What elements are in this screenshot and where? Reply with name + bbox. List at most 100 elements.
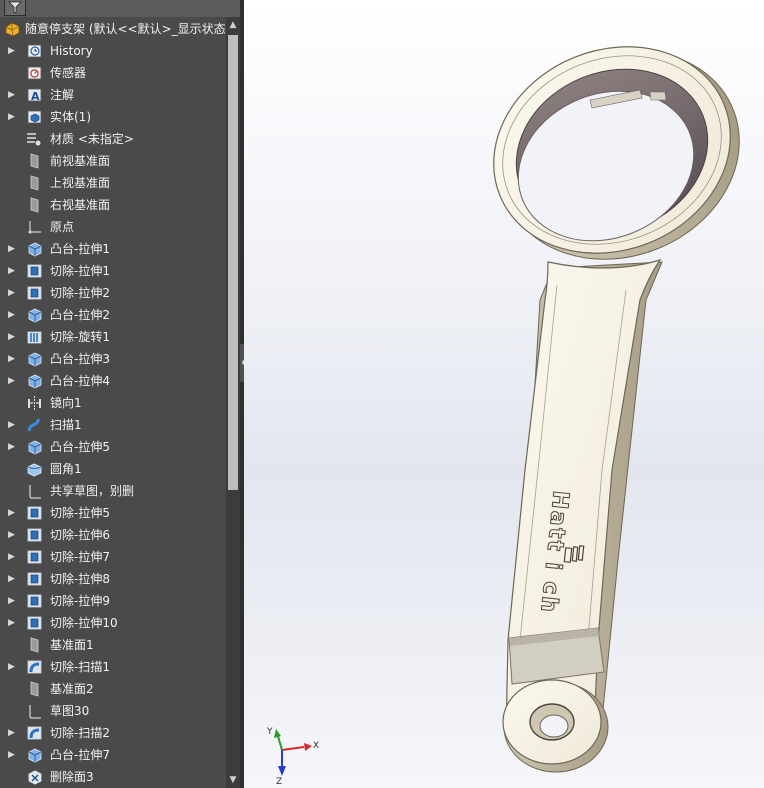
sensor-icon (26, 65, 43, 81)
expand-arrow-icon[interactable]: ▶ (8, 722, 16, 744)
tree-item[interactable]: ▶ 扫描1 (0, 414, 226, 436)
tree-item[interactable]: ▶ 切除-拉伸9 (0, 590, 226, 612)
tree-scrollbar[interactable]: ▲ ▼ (226, 17, 240, 788)
expand-arrow-icon[interactable]: ▶ (8, 524, 16, 546)
expand-arrow-icon[interactable]: ▶ (8, 590, 16, 612)
expand-arrow-icon[interactable]: ▶ (8, 656, 16, 678)
tree-item[interactable]: ▶ 切除-拉伸1 (0, 260, 226, 282)
tree-item-label: 上视基准面 (50, 176, 111, 190)
tree-item-label: 切除-拉伸6 (50, 528, 110, 542)
tree-item-label: 切除-扫描1 (50, 660, 110, 674)
tree-item[interactable]: ▶ 凸台-拉伸1 (0, 238, 226, 260)
expand-arrow-icon[interactable]: ▶ (8, 568, 16, 590)
expand-arrow-icon[interactable]: ▶ (8, 84, 16, 106)
expand-arrow-icon[interactable]: ▶ (8, 612, 16, 634)
cut-extrude-icon (26, 527, 43, 543)
delete-face-icon (26, 769, 43, 785)
expand-arrow-icon[interactable]: ▶ (8, 106, 16, 128)
tree-item-label: 切除-拉伸7 (50, 550, 110, 564)
expand-arrow-icon[interactable]: ▶ (8, 370, 16, 392)
expand-arrow-icon[interactable]: ▶ (8, 260, 16, 282)
y-axis-label: Y (266, 727, 273, 737)
feature-tree-list: 随意停支架 (默认<<默认>_显示状态 ▶ History 传感器 ▶ A 注解 ▶ 实体(1)… (0, 18, 226, 788)
tree-item-label: 注解 (50, 88, 75, 102)
wrench-model[interactable]: Hatt i ch (244, 0, 764, 788)
tree-item[interactable]: ▶ 切除-旋转1 (0, 326, 226, 348)
tree-item-label: 切除-扫描2 (50, 726, 110, 740)
tree-item[interactable]: 圆角1 (0, 458, 226, 480)
tree-item[interactable]: ▶ 切除-拉伸5 (0, 502, 226, 524)
boss-extrude-icon (26, 747, 43, 763)
tree-item[interactable]: ▶ 切除-拉伸2 (0, 282, 226, 304)
tree-item[interactable]: ▶ 切除-拉伸6 (0, 524, 226, 546)
tree-item[interactable]: 基准面1 (0, 634, 226, 656)
plane-icon (26, 175, 43, 191)
tree-item[interactable]: ▶ 实体(1) (0, 106, 226, 128)
plane-icon (26, 153, 43, 169)
tree-item[interactable]: ▶ 凸台-拉伸4 (0, 370, 226, 392)
history-icon (26, 43, 43, 59)
tree-item-label: 切除-旋转1 (50, 330, 110, 344)
expand-arrow-icon[interactable]: ▶ (8, 348, 16, 370)
tree-item[interactable]: ▶ 凸台-拉伸3 (0, 348, 226, 370)
funnel-icon[interactable] (4, 0, 26, 16)
tree-item[interactable]: ▶ 凸台-拉伸2 (0, 304, 226, 326)
expand-arrow-icon[interactable]: ▶ (8, 502, 16, 524)
scroll-down-arrow-icon[interactable]: ▼ (226, 772, 240, 788)
tree-item[interactable]: ▶ History (0, 40, 226, 62)
z-axis-label: Z (276, 777, 282, 786)
tree-item[interactable]: 传感器 (0, 62, 226, 84)
tree-item[interactable]: 删除面3 (0, 766, 226, 788)
tree-item[interactable]: 上视基准面 (0, 172, 226, 194)
tree-item[interactable]: ▶ 切除-拉伸8 (0, 568, 226, 590)
tree-item[interactable]: ▶ 凸台-拉伸5 (0, 436, 226, 458)
tree-item-label: 基准面1 (50, 638, 94, 652)
cut-extrude-icon (26, 505, 43, 521)
material-icon (26, 131, 43, 147)
cut-extrude-icon (26, 285, 43, 301)
expand-arrow-icon[interactable]: ▶ (8, 744, 16, 766)
reference-triad: X Y Z (262, 726, 322, 788)
expand-arrow-icon[interactable]: ▶ (8, 326, 16, 348)
tree-item[interactable]: 基准面2 (0, 678, 226, 700)
tree-item[interactable]: 右视基准面 (0, 194, 226, 216)
boss-extrude-icon (26, 241, 43, 257)
tree-item[interactable]: ▶ 切除-拉伸10 (0, 612, 226, 634)
tree-root-part[interactable]: 随意停支架 (默认<<默认>_显示状态 (0, 18, 226, 40)
expand-arrow-icon[interactable]: ▶ (8, 304, 16, 326)
tree-item[interactable]: 原点 (0, 216, 226, 238)
tree-item-label: 材质 <未指定> (50, 132, 134, 146)
solid-bodies-icon (26, 109, 43, 125)
tree-item[interactable]: 材质 <未指定> (0, 128, 226, 150)
boss-extrude-icon (26, 439, 43, 455)
tree-item-label: 前视基准面 (50, 154, 111, 168)
tree-item[interactable]: 草图30 (0, 700, 226, 722)
tree-item[interactable]: ▶ A 注解 (0, 84, 226, 106)
expand-arrow-icon[interactable]: ▶ (8, 436, 16, 458)
tree-item[interactable]: ▶ 凸台-拉伸7 (0, 744, 226, 766)
expand-arrow-icon[interactable]: ▶ (8, 40, 16, 62)
tree-item[interactable]: 镜向1 (0, 392, 226, 414)
tree-item[interactable]: 共享草图，别删 (0, 480, 226, 502)
filter-bar (0, 0, 240, 17)
tree-item-label: 右视基准面 (50, 198, 111, 212)
expand-arrow-icon[interactable]: ▶ (8, 414, 16, 436)
tree-item[interactable]: ▶ 切除-扫描2 (0, 722, 226, 744)
expand-arrow-icon[interactable]: ▶ (8, 546, 16, 568)
tree-item-label: 凸台-拉伸5 (50, 440, 110, 454)
graphics-viewport[interactable]: Hatt i ch X Y Z (244, 0, 764, 788)
tree-item-label: 共享草图，别删 (50, 484, 135, 498)
tree-item-label: 原点 (50, 220, 75, 234)
scroll-up-arrow-icon[interactable]: ▲ (226, 17, 240, 33)
tree-item-label: 扫描1 (50, 418, 82, 432)
scroll-thumb[interactable] (228, 35, 238, 490)
expand-arrow-icon[interactable]: ▶ (8, 282, 16, 304)
cut-sweep-icon (26, 725, 43, 741)
tree-item[interactable]: ▶ 切除-扫描1 (0, 656, 226, 678)
tree-item[interactable]: 前视基准面 (0, 150, 226, 172)
tree-item[interactable]: ▶ 切除-拉伸7 (0, 546, 226, 568)
tree-item-label: 凸台-拉伸2 (50, 308, 110, 322)
tree-item-label: 切除-拉伸2 (50, 286, 110, 300)
expand-arrow-icon[interactable]: ▶ (8, 238, 16, 260)
tree-item-label: 镜向1 (50, 396, 82, 410)
